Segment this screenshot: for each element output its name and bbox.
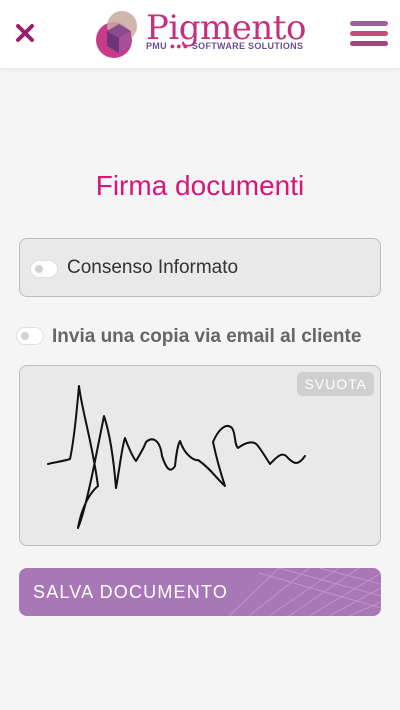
app-header: Pigmento PMU ●●● SOFTWARE SOLUTIONS xyxy=(0,0,400,68)
save-document-label: SALVA DOCUMENTO xyxy=(33,582,229,602)
clear-signature-button[interactable]: SVUOTA xyxy=(297,372,374,396)
toggle-knob xyxy=(35,265,43,273)
email-copy-label: Invia una copia via email al cliente xyxy=(52,326,362,347)
logo-tagline-suffix: SOFTWARE SOLUTIONS xyxy=(191,41,304,51)
pigmento-logo: Pigmento PMU ●●● SOFTWARE SOLUTIONS xyxy=(94,8,309,60)
save-document-button[interactable]: SALVA DOCUMENTO xyxy=(19,568,381,616)
signature-pad[interactable]: SVUOTA xyxy=(19,365,381,546)
page-title: Firma documenti xyxy=(95,170,305,201)
logo-tagline-dots: ●●● xyxy=(169,41,190,51)
logo-cube-icon xyxy=(96,11,137,58)
close-button[interactable] xyxy=(10,18,40,48)
logo-tagline: PMU ●●● SOFTWARE SOLUTIONS xyxy=(146,41,303,51)
menu-button[interactable] xyxy=(350,20,388,48)
consent-toggle[interactable] xyxy=(30,260,58,278)
consent-card: Consenso Informato xyxy=(19,238,381,297)
email-copy-toggle[interactable] xyxy=(16,327,44,345)
consent-label: Consenso Informato xyxy=(67,257,239,278)
hamburger-menu-icon xyxy=(350,21,388,46)
toggle-knob xyxy=(21,332,29,340)
close-icon xyxy=(16,24,34,42)
logo-tagline-prefix: PMU xyxy=(146,41,167,51)
